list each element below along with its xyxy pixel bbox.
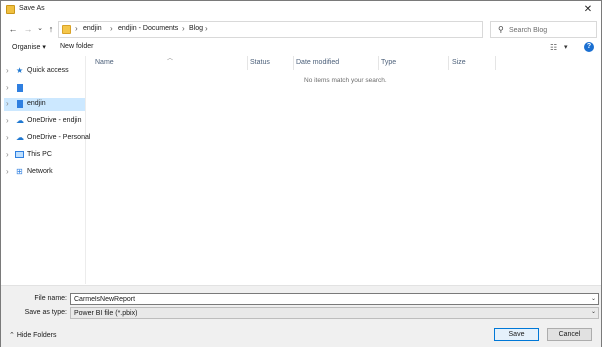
column-divider[interactable]: [247, 56, 248, 70]
view-options-icon[interactable]: ☷: [550, 43, 557, 52]
chevron-right-icon[interactable]: ›: [205, 24, 208, 33]
chevron-up-icon: ⌃: [9, 332, 17, 339]
new-folder-button[interactable]: New folder: [60, 43, 93, 50]
chevron-right-icon[interactable]: ›: [110, 24, 113, 33]
window-title: Save As: [19, 5, 45, 12]
sidebar-item-label: OneDrive - endjin: [27, 117, 82, 124]
breadcrumb-endjin[interactable]: endjin: [83, 25, 102, 32]
breadcrumb-endjin-documents[interactable]: endjin - Documents: [118, 25, 178, 32]
search-input[interactable]: [509, 24, 595, 36]
chevron-right-icon[interactable]: ›: [6, 66, 9, 75]
sidebar-item-quick-access[interactable]: › ★ Quick access: [4, 65, 85, 78]
column-divider[interactable]: [495, 56, 496, 70]
save-type-select[interactable]: Power BI file (*.pbix): [70, 307, 599, 319]
column-divider[interactable]: [378, 56, 379, 70]
close-icon[interactable]: ✕: [581, 3, 595, 16]
up-arrow-icon[interactable]: ↑: [46, 23, 56, 35]
column-header-size[interactable]: Size: [452, 59, 466, 66]
file-list: ︿ Name Status Date modified Type Size No…: [87, 56, 601, 284]
chevron-right-icon[interactable]: ›: [6, 167, 9, 176]
folder-icon: [62, 25, 71, 34]
filename-label: File name:: [34, 295, 67, 302]
chevron-down-icon[interactable]: ⌄: [591, 308, 596, 315]
column-divider[interactable]: [448, 56, 449, 70]
save-as-dialog: Save As ✕ ← → ⌄ ↑ › endjin › endjin - Do…: [0, 0, 602, 347]
cloud-icon: ☁: [16, 116, 24, 125]
hide-folders-label: Hide Folders: [16, 332, 57, 339]
save-type-value: Power BI file (*.pbix): [74, 310, 138, 317]
save-form: File name: ⌄ Save as type: Power BI file…: [1, 285, 601, 323]
chevron-right-icon[interactable]: ›: [6, 99, 9, 108]
sidebar-item-label: Quick access: [27, 67, 69, 74]
sidebar-item-onedrive-personal[interactable]: › ☁ OneDrive - Personal: [4, 132, 90, 145]
breadcrumb-blog[interactable]: Blog: [189, 25, 203, 32]
sidebar-item-onedrive-endjin[interactable]: › ☁ OneDrive - endjin: [4, 115, 85, 128]
sidebar-item-this-pc[interactable]: › This PC: [4, 149, 85, 162]
computer-icon: [15, 151, 24, 158]
sidebar-item-document[interactable]: ›: [4, 82, 85, 95]
sidebar-item-label: Network: [27, 168, 53, 175]
search-box[interactable]: ⚲: [490, 21, 597, 38]
chevron-down-icon[interactable]: ▾: [564, 43, 568, 51]
toolbar: Organise ▾ New folder ☷ ▾ ?: [1, 39, 601, 55]
sidebar-item-label: OneDrive - Personal: [27, 134, 91, 141]
sidebar-item-label: This PC: [27, 151, 52, 158]
chevron-right-icon[interactable]: ›: [6, 150, 9, 159]
sidebar-item-label: endjin: [27, 100, 46, 107]
chevron-down-icon: ▾: [42, 44, 46, 51]
address-bar[interactable]: › endjin › endjin - Documents › Blog › ⌄…: [58, 21, 536, 38]
hide-folders-toggle[interactable]: ⌃ Hide Folders: [9, 331, 57, 339]
title-bar: Save As ✕: [1, 1, 601, 19]
back-arrow-icon[interactable]: ←: [8, 23, 18, 35]
organise-label: Organise: [12, 44, 41, 51]
column-divider[interactable]: [293, 56, 294, 70]
filename-field[interactable]: [70, 293, 599, 305]
address-row: ← → ⌄ ↑ › endjin › endjin - Documents › …: [1, 19, 601, 39]
column-header-date-modified[interactable]: Date modified: [296, 59, 339, 66]
dialog-footer: ⌃ Hide Folders Save Cancel: [1, 323, 601, 347]
sidebar-item-network[interactable]: › ⊞ Network: [4, 166, 85, 179]
star-icon: ★: [16, 66, 24, 75]
help-icon[interactable]: ?: [584, 42, 594, 52]
sort-ascending-icon: ︿: [167, 56, 174, 62]
network-icon: ⊞: [16, 167, 23, 176]
save-type-label: Save as type:: [24, 309, 67, 316]
cancel-button[interactable]: Cancel: [547, 328, 592, 341]
recent-locations-chevron-icon[interactable]: ⌄: [35, 23, 45, 35]
column-header-name[interactable]: Name: [95, 59, 114, 66]
document-icon: [17, 100, 23, 108]
sidebar-item-endjin[interactable]: › endjin: [4, 98, 85, 111]
navigation-pane: › ★ Quick access › › endjin › ☁ OneDrive…: [1, 56, 90, 284]
empty-results-message: No items match your search.: [304, 77, 387, 84]
cloud-icon: ☁: [16, 133, 24, 142]
search-icon: ⚲: [498, 25, 504, 34]
organise-button[interactable]: Organise ▾: [12, 43, 46, 51]
chevron-right-icon[interactable]: ›: [6, 83, 9, 92]
save-button[interactable]: Save: [494, 328, 539, 341]
column-header-type[interactable]: Type: [381, 59, 396, 66]
app-icon: [6, 5, 15, 14]
column-header-status[interactable]: Status: [250, 59, 270, 66]
chevron-right-icon[interactable]: ›: [75, 24, 78, 33]
chevron-right-icon[interactable]: ›: [6, 116, 9, 125]
chevron-right-icon[interactable]: ›: [6, 133, 9, 142]
forward-arrow-icon[interactable]: →: [23, 23, 33, 35]
document-icon: [17, 84, 23, 92]
chevron-right-icon[interactable]: ›: [182, 24, 185, 33]
chevron-down-icon[interactable]: ⌄: [591, 295, 596, 302]
